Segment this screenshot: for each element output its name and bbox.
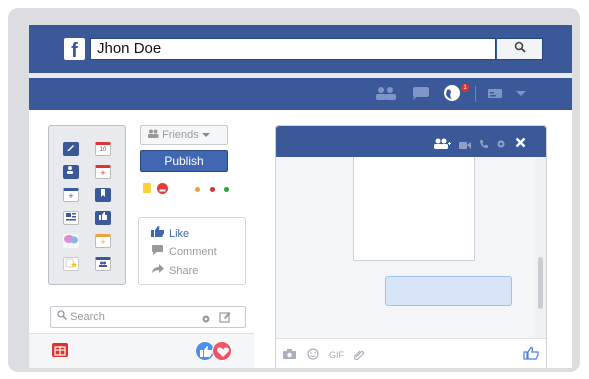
friend-requests-icon[interactable]	[375, 86, 397, 102]
add-page-icon[interactable]: +	[63, 188, 79, 202]
chat-search-placeholder: Search	[70, 311, 105, 323]
favorite-note-icon[interactable]	[63, 257, 79, 271]
search-button[interactable]	[497, 38, 543, 60]
like-page-icon[interactable]	[95, 211, 111, 225]
thumbs-up-send-icon[interactable]	[523, 346, 539, 364]
emoji-icon[interactable]	[307, 348, 319, 364]
nav-bar: 1	[29, 78, 572, 110]
chat-header	[276, 126, 546, 157]
orange-dot	[195, 187, 200, 192]
gift-icon[interactable]	[52, 343, 68, 357]
search-icon	[57, 310, 70, 323]
dropdown-arrow-icon[interactable]	[515, 86, 527, 102]
account-icon[interactable]	[487, 86, 503, 102]
facebook-mockup: f Jhon Doe 1 10 + + + Friends Publish Li…	[29, 25, 572, 368]
bottom-bar	[29, 333, 254, 368]
facebook-logo[interactable]: f	[64, 38, 85, 60]
gif-button[interactable]: GIF	[329, 349, 344, 361]
messages-icon[interactable]	[410, 86, 432, 102]
sticker-icon[interactable]	[143, 183, 151, 193]
chat-search-input[interactable]: Search	[50, 306, 246, 328]
share-label: Share	[169, 265, 199, 277]
people-card-icon[interactable]	[95, 257, 111, 271]
group-icon[interactable]	[63, 165, 79, 179]
like-label: Like	[169, 228, 190, 240]
green-dot	[224, 187, 229, 192]
attachment-icon[interactable]	[353, 348, 365, 364]
chat-composer-bar: GIF	[276, 338, 546, 368]
calendar-icon[interactable]: 10	[95, 142, 111, 156]
like-action[interactable]: Like	[151, 226, 189, 241]
search-input[interactable]: Jhon Doe	[90, 38, 496, 60]
thumbs-up-icon	[151, 226, 169, 241]
phone-icon[interactable]	[479, 136, 489, 154]
scrollbar-track[interactable]	[535, 157, 546, 338]
share-action[interactable]: Share	[151, 263, 198, 278]
add-friend-icon[interactable]	[433, 136, 451, 154]
top-bar: f Jhon Doe	[29, 25, 572, 73]
news-feed-icon[interactable]	[63, 211, 79, 225]
gear-icon[interactable]	[201, 311, 211, 331]
new-message-icon[interactable]	[219, 310, 231, 330]
audience-label: Friends	[162, 129, 199, 141]
scrollbar-thumb[interactable]	[538, 257, 543, 309]
comment-label: Comment	[169, 246, 217, 258]
comment-icon	[151, 244, 169, 259]
chat-window: GIF	[275, 125, 547, 368]
share-arrow-icon	[151, 263, 169, 278]
audience-selector[interactable]: Friends	[140, 125, 228, 145]
bookmark-icon[interactable]	[95, 188, 111, 202]
friends-icon	[147, 129, 162, 141]
add-gift-icon[interactable]: +	[95, 234, 111, 248]
edit-icon[interactable]	[63, 142, 79, 156]
notifications-globe-icon[interactable]	[443, 84, 461, 101]
post-actions-panel: Like Comment Share	[138, 217, 246, 285]
tools-panel: 10 + + +	[48, 125, 126, 285]
chevron-down-icon	[201, 129, 210, 141]
sent-message-bubble	[385, 276, 512, 306]
settings-gear-icon[interactable]	[496, 136, 506, 154]
block-icon[interactable]	[157, 183, 168, 194]
magnifier-icon	[514, 41, 526, 56]
nav-divider	[475, 86, 476, 102]
close-icon[interactable]	[515, 135, 526, 153]
video-call-icon[interactable]	[459, 137, 471, 155]
chat-bubbles-icon[interactable]	[63, 234, 79, 248]
red-dot	[210, 187, 215, 192]
notification-badge: 1	[461, 84, 469, 92]
received-message-bubble	[353, 157, 475, 261]
comment-action[interactable]: Comment	[151, 244, 217, 259]
publish-button[interactable]: Publish	[140, 150, 228, 172]
love-reaction-icon[interactable]	[212, 341, 232, 361]
add-event-icon[interactable]: +	[95, 165, 111, 179]
camera-icon[interactable]	[283, 349, 296, 363]
